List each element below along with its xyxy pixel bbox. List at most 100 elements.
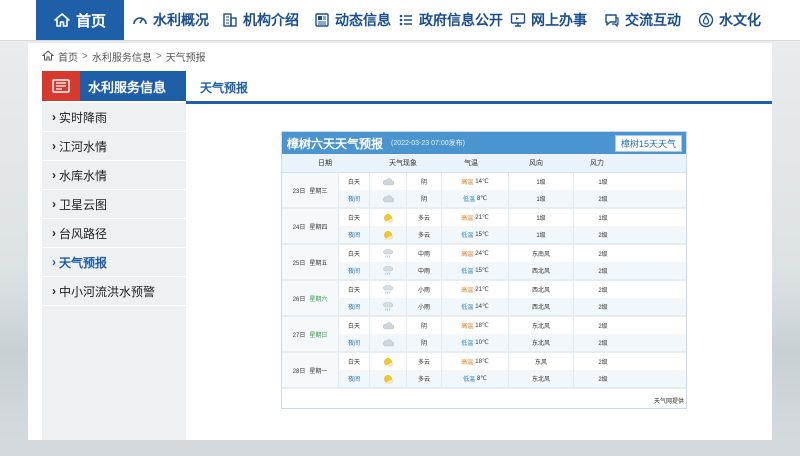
temperature-cell: 高温 24℃ <box>441 245 508 262</box>
temp-kind-label: 高温 <box>461 324 474 330</box>
weekday-label: 星期一 <box>309 368 328 375</box>
sidebar-item-label: 江河水情 <box>59 139 108 154</box>
sidebar-item-weather[interactable]: › 天气预报 <box>42 248 186 277</box>
nav-item-label: 机构介绍 <box>243 12 299 28</box>
sidebar-item-label: 天气预报 <box>59 255 108 270</box>
temp-value: 15℃ <box>475 268 489 274</box>
period-label: 夜间 <box>338 262 369 279</box>
sidebar-item-flood-warning[interactable]: › 中小河流洪水预警 <box>42 277 186 306</box>
nav-item-label: 动态信息 <box>335 12 391 28</box>
date-label: 27日 <box>292 332 306 339</box>
temperature-cell: 高温 21℃ <box>441 209 508 226</box>
weekday-label: 星期四 <box>309 224 328 231</box>
weather-day-row: 23日 星期三 白天阴高温 14℃ 1级 1级 夜间阴低温 8℃ 1级 2级 <box>282 173 686 209</box>
wind-power: 2级 <box>573 370 632 387</box>
wind-power: 1级 <box>573 209 632 226</box>
weather-daytime-row: 白天 小雨 高温 21℃ 西北风 2级 <box>338 281 686 298</box>
home-icon <box>41 49 55 64</box>
nav-item-organization[interactable]: 机构介绍 <box>222 0 299 40</box>
cloudy-icon <box>369 173 406 190</box>
breadcrumb-link-home[interactable]: 首页 <box>58 49 78 64</box>
sidebar-item-satellite[interactable]: › 卫星云图 <box>42 190 186 219</box>
weather-daytime-row: 白天 多云 高温 18℃ 东风 2级 <box>338 353 686 370</box>
temperature-cell: 低温 14℃ <box>441 298 508 315</box>
weather-title: 樟树六天天气预报 <box>287 136 384 151</box>
nav-item-gov-info[interactable]: 政府信息公开 <box>398 0 503 40</box>
temp-value: 10℃ <box>475 340 489 346</box>
breadcrumb-link-service[interactable]: 水利服务信息 <box>92 49 152 64</box>
temp-kind-label: 低温 <box>461 341 474 347</box>
sunny-cloud-icon <box>369 226 406 243</box>
period-label: 夜间 <box>338 298 369 315</box>
nav-item-interaction[interactable]: 交流互动 <box>604 0 681 40</box>
temperature-cell: 低温 15℃ <box>441 226 508 243</box>
weather-source: 天气网提供 <box>653 399 684 405</box>
period-label: 白天 <box>338 281 369 298</box>
weather-daytime-row: 白天 中雨 高温 24℃ 东南风 2级 <box>338 245 686 262</box>
date-label: 26日 <box>292 296 306 303</box>
rain-icon <box>369 281 406 298</box>
temperature-cell: 高温 18℃ <box>441 353 508 370</box>
nav-item-online-service[interactable]: 网上办事 <box>510 0 587 40</box>
temp-kind-label: 低温 <box>461 233 474 239</box>
wind-direction: 东南风 <box>508 245 573 262</box>
wind-direction: 东北风 <box>508 370 573 387</box>
weather-date: 26日 星期六 <box>282 281 338 315</box>
nav-item-water-culture[interactable]: 水文化 <box>698 0 761 40</box>
breadcrumb-current: 天气预报 <box>165 53 206 64</box>
period-label: 白天 <box>338 173 369 190</box>
sidebar-title: 水利服务信息 <box>88 79 167 95</box>
wind-direction: 西北风 <box>508 281 573 298</box>
weather-issued-time: (2022-03-23 07:00发布) <box>391 140 465 147</box>
column-header-wind-direction: 风向 <box>529 160 543 167</box>
weather-night-row: 夜间 中雨 低温 15℃ 西北风 2级 <box>338 262 686 279</box>
sidebar-item-river[interactable]: › 江河水情 <box>42 132 186 161</box>
wind-direction: 东风 <box>508 353 573 370</box>
period-label: 夜间 <box>338 226 369 243</box>
nav-item-overview[interactable]: 水利概况 <box>132 0 209 40</box>
weather-date: 24日 星期四 <box>282 209 338 243</box>
weather-date: 27日 星期日 <box>282 317 338 351</box>
date-label: 25日 <box>292 260 306 267</box>
weather-phenomenon: 中雨 <box>406 245 441 262</box>
temp-kind-label: 高温 <box>461 288 474 294</box>
content-panel: 首页 > 水利服务信息 > 天气预报 水利服务信息 › 实时降雨 › 江河水情 › 水… <box>28 43 772 440</box>
weather-phenomenon: 多云 <box>406 353 441 370</box>
chevron-right-icon: › <box>52 139 56 153</box>
nav-item-news[interactable]: 动态信息 <box>314 0 391 40</box>
weather-date: 28日 星期一 <box>282 353 338 387</box>
sidebar-background <box>42 306 186 440</box>
wind-power: 2级 <box>573 226 632 243</box>
sidebar-item-typhoon[interactable]: › 台风路径 <box>42 219 186 248</box>
weather-phenomenon: 阴 <box>406 334 441 351</box>
building-icon <box>222 12 238 28</box>
nav-home[interactable]: 首页 <box>36 0 124 40</box>
cloudy-icon <box>369 190 406 207</box>
wind-direction: 1级 <box>508 190 573 207</box>
sidebar-item-rainfall[interactable]: › 实时降雨 <box>42 103 186 132</box>
chevron-right-icon: › <box>52 255 56 269</box>
temp-value: 18℃ <box>475 359 489 365</box>
weekday-label: 星期五 <box>309 260 328 267</box>
weather-day-row: 26日 星期六 白天 小雨 高温 21℃ 西北风 2级 夜间 小雨 低温 14℃ 西北风 2级 <box>282 281 686 317</box>
weather-phenomenon: 多云 <box>406 209 441 226</box>
column-header-phenomenon: 天气现象 <box>389 160 417 167</box>
weather-night-row: 夜间阴低温 8℃ 1级 2级 <box>338 190 686 207</box>
weather-day-row: 24日 星期四 白天 多云 高温 21℃ 1级 1级 夜间 多云 低温 15℃ 1级 2级 <box>282 209 686 245</box>
newspaper-icon <box>42 71 80 101</box>
temp-value: 14℃ <box>475 304 489 310</box>
rain-icon <box>369 262 406 279</box>
sidebar-item-reservoir[interactable]: › 水库水情 <box>42 161 186 190</box>
fifteen-day-button[interactable]: 樟树15天天气 <box>614 135 682 152</box>
period-label: 白天 <box>338 317 369 334</box>
date-label: 23日 <box>292 188 306 195</box>
weather-day-row: 28日 星期一 白天 多云 高温 18℃ 东风 2级 夜间 多云 低温 8℃ 东北风 2级 <box>282 353 686 389</box>
cloudy-icon <box>369 317 406 334</box>
wind-power: 2级 <box>573 281 632 298</box>
monitor-icon <box>510 12 526 28</box>
weather-day-periods: 白天 多云 高温 21℃ 1级 1级 夜间 多云 低温 15℃ 1级 2级 <box>338 209 686 243</box>
rain-icon <box>369 298 406 315</box>
temp-value: 21℃ <box>475 287 489 293</box>
nav-item-label: 交流互动 <box>625 12 681 28</box>
wind-direction: 1级 <box>508 226 573 243</box>
